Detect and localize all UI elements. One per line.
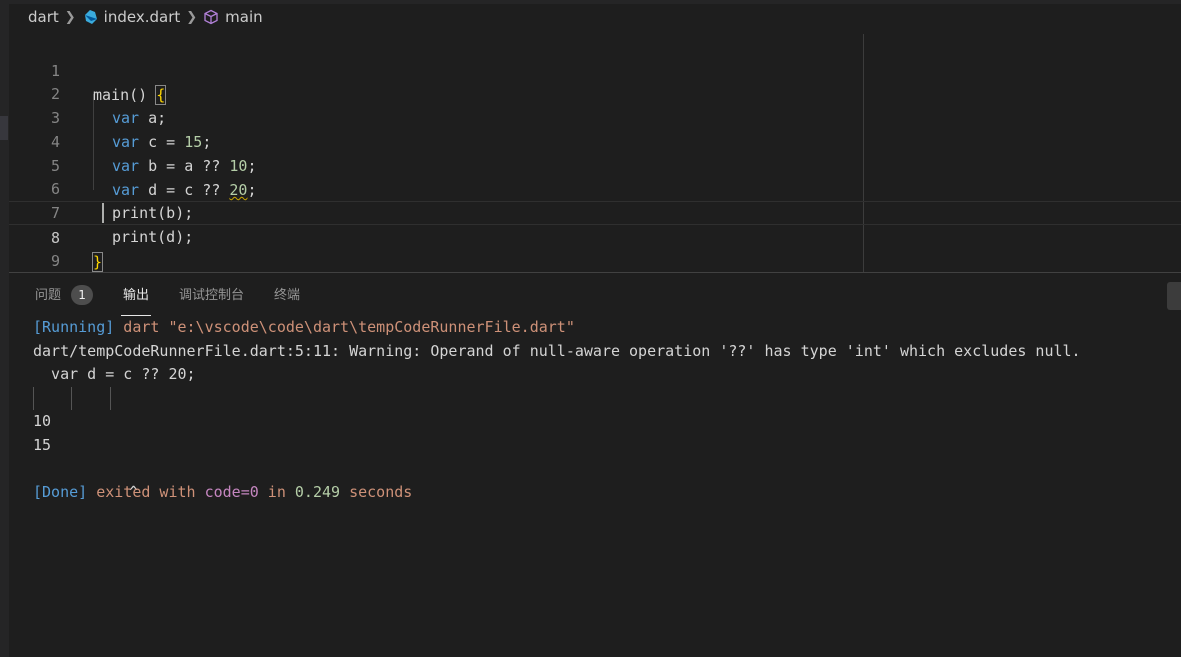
chevron-right-icon: ❯ <box>64 9 76 25</box>
tab-strip-edge <box>9 0 1181 4</box>
tab-output[interactable]: 输出 <box>121 273 152 317</box>
code-line: 4 var b = a ?? 10; <box>9 106 1181 175</box>
tab-terminal[interactable]: 终端 <box>274 273 300 317</box>
done-text: in <box>258 482 295 501</box>
tab-label: 输出 <box>123 288 150 303</box>
code-line: 3 var c = 15; <box>9 82 1181 151</box>
code-line: 9 <box>9 225 1181 270</box>
running-command: dart "e:\vscode\code\dart\tempCodeRunner… <box>114 318 575 336</box>
done-tag: [Done] <box>33 482 88 501</box>
output-line: 10 <box>33 412 52 430</box>
problems-count-badge: 1 <box>71 284 94 305</box>
output-line: [Done] exited with code=0 in 0.249 secon… <box>33 481 1173 505</box>
dart-file-icon <box>82 9 98 25</box>
breadcrumb: dart ❯ index.dart ❯ main <box>9 0 1181 34</box>
breadcrumb-folder[interactable]: dart <box>28 8 59 26</box>
code-line: 6 print(b); <box>9 153 1181 222</box>
tab-label: 调试控制台 <box>179 288 245 303</box>
tab-debug-console[interactable]: 调试控制台 <box>179 273 244 317</box>
exit-code: code=0 <box>204 482 259 501</box>
bottom-panel: 问题 1 输出 调试控制台 终端 [Running] dart "e:\vscod… <box>9 272 1181 657</box>
token: } <box>91 252 104 272</box>
indent-guide <box>71 386 72 410</box>
code-editor[interactable]: 1 main() { 2 var a; 3 var c = 15; 4 var … <box>9 34 1181 272</box>
panel-scroll-handle[interactable] <box>1167 282 1181 310</box>
output-line: 15 <box>33 435 52 454</box>
code-line: 2 var a; <box>9 58 1181 127</box>
chevron-right-icon: ❯ <box>186 9 198 25</box>
output-line: var d = c ?? 20; <box>33 365 196 383</box>
line-number: 9 <box>50 252 60 270</box>
tab-label: 问题 <box>35 288 62 303</box>
breadcrumb-file[interactable]: index.dart <box>104 8 181 26</box>
line-content: } <box>91 250 104 274</box>
code-line: 5 var d = c ?? 20; <box>9 130 1181 199</box>
panel-tabs: 问题 1 输出 调试控制台 终端 <box>9 273 1181 317</box>
tab-label: 终端 <box>274 288 301 303</box>
done-text: exited with <box>87 482 205 501</box>
text-cursor <box>102 203 104 223</box>
activity-bar-edge <box>0 0 9 657</box>
method-cube-icon <box>203 9 219 25</box>
elapsed-time: 0.249 <box>294 482 341 501</box>
output-line: [Running] dart "e:\vscode\code\dart\temp… <box>33 316 1173 340</box>
code-line: 1 main() { <box>9 35 1181 105</box>
running-tag: [Running] <box>33 318 115 336</box>
code-line: 7 print(d); <box>9 177 1181 246</box>
output-line: ^ <box>33 386 1173 501</box>
done-text: seconds <box>340 482 413 501</box>
output-line: dart/tempCodeRunnerFile.dart:5:11: Warni… <box>33 341 1081 360</box>
indent-guide <box>110 386 111 410</box>
output-line-blank <box>33 457 1173 481</box>
tab-problems[interactable]: 问题 1 <box>35 273 94 317</box>
breadcrumb-symbol[interactable]: main <box>225 8 262 26</box>
vscode-window: dart ❯ index.dart ❯ main 1 main() { 2 va… <box>0 0 1181 657</box>
activity-bar-marker <box>0 116 8 140</box>
output-log[interactable]: [Running] dart "e:\vscode\code\dart\temp… <box>33 316 1173 504</box>
code-line-current: 8 } <box>9 201 1181 272</box>
indent-guide <box>33 386 34 410</box>
